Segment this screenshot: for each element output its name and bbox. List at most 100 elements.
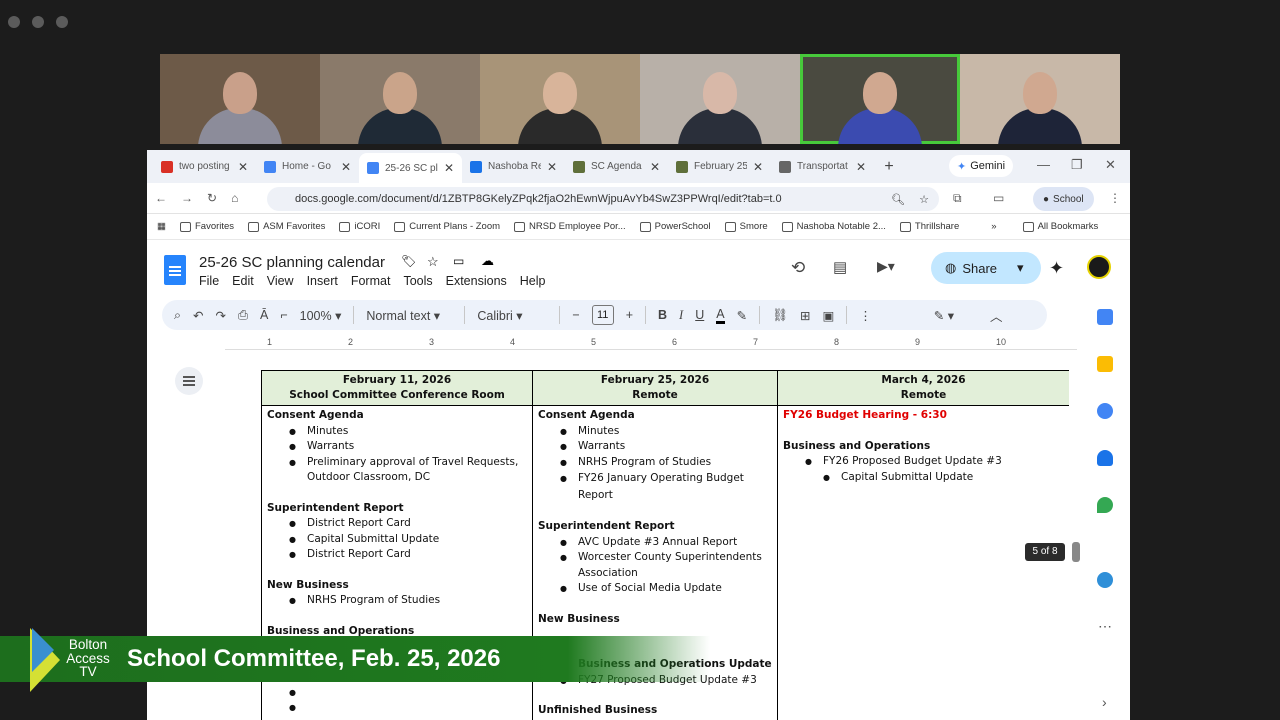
- cell-col-3[interactable]: FY26 Budget Hearing - 6:30 Business and …: [777, 405, 1069, 720]
- add-comment-icon[interactable]: ⊞: [800, 308, 810, 323]
- bookmark-item[interactable]: Thrillshare: [899, 221, 959, 232]
- italic-icon[interactable]: I: [679, 308, 683, 323]
- label-icon[interactable]: 🏷︎: [401, 254, 416, 268]
- bookmark-item[interactable]: ASM Favorites: [248, 221, 325, 232]
- participant-video-tile[interactable]: [640, 54, 800, 144]
- browser-tab[interactable]: two posting ✕: [153, 153, 256, 181]
- browser-tab[interactable]: Transportat ✕: [771, 153, 874, 181]
- contacts-icon[interactable]: [1097, 450, 1113, 466]
- home-icon[interactable]: ⌂: [231, 191, 238, 205]
- bookmark-item[interactable]: Current Plans - Zoom: [394, 221, 500, 232]
- account-avatar[interactable]: [1087, 255, 1111, 279]
- gemini-button[interactable]: ✦ Gemini: [949, 155, 1013, 177]
- zoom-icon[interactable]: 🔍︎: [891, 193, 905, 206]
- more-bookmarks-icon[interactable]: »: [991, 221, 996, 232]
- paint-format-icon[interactable]: ⌐: [280, 308, 287, 322]
- menu-file[interactable]: File: [199, 274, 219, 288]
- participant-video-tile[interactable]: [320, 54, 480, 144]
- all-bookmarks-button[interactable]: All Bookmarks: [1022, 221, 1098, 232]
- redo-icon[interactable]: ↷: [216, 308, 226, 323]
- menu-edit[interactable]: Edit: [232, 274, 254, 288]
- insert-image-icon[interactable]: ▣: [822, 308, 834, 323]
- share-button[interactable]: ◍ Share ▾: [931, 252, 1041, 284]
- spellcheck-icon[interactable]: Ā: [260, 308, 268, 322]
- new-tab-icon[interactable]: +: [874, 158, 904, 176]
- font-size-input[interactable]: 11: [591, 305, 614, 325]
- gemini-sparkle-icon[interactable]: ✦: [1049, 258, 1064, 279]
- highlight-icon[interactable]: ✎: [737, 308, 747, 323]
- calendar-icon[interactable]: [1097, 309, 1113, 325]
- underline-icon[interactable]: U: [695, 308, 704, 322]
- ruler[interactable]: 1 2 3 4 5 6 7 8 9 10: [225, 336, 1077, 350]
- menu-tools[interactable]: Tools: [403, 274, 432, 288]
- star-icon[interactable]: ☆: [427, 254, 439, 270]
- share-dropdown-icon[interactable]: ▾: [1017, 260, 1024, 276]
- text-color-icon[interactable]: A: [716, 307, 725, 324]
- more-apps-icon[interactable]: ⋯: [1098, 618, 1112, 635]
- back-icon[interactable]: ←: [155, 191, 167, 205]
- apps-grid-icon[interactable]: ▦: [157, 221, 166, 232]
- move-folder-icon[interactable]: ▭: [453, 254, 464, 268]
- meet-icon[interactable]: ▶▾: [877, 258, 895, 275]
- expand-panel-icon[interactable]: ›: [1102, 694, 1107, 710]
- scrollbar-thumb[interactable]: [1072, 542, 1080, 562]
- participant-video-tile[interactable]: [960, 54, 1120, 144]
- doc-title[interactable]: 25-26 SC planning calendar: [199, 254, 385, 271]
- close-tab-icon[interactable]: ✕: [547, 160, 557, 174]
- bookmark-item[interactable]: Nashoba Notable 2...: [781, 221, 886, 232]
- keep-icon[interactable]: [1097, 356, 1113, 372]
- close-tab-icon[interactable]: ✕: [341, 160, 351, 174]
- zoom-select[interactable]: 100% ▾: [300, 308, 342, 323]
- menu-insert[interactable]: Insert: [307, 274, 338, 288]
- close-tab-icon[interactable]: ✕: [856, 160, 866, 174]
- history-icon[interactable]: ⟲: [791, 258, 805, 278]
- close-window-icon[interactable]: ✕: [1105, 157, 1116, 173]
- close-tab-icon[interactable]: ✕: [650, 160, 660, 174]
- undo-icon[interactable]: ↶: [193, 308, 203, 323]
- menu-view[interactable]: View: [267, 274, 294, 288]
- bookmark-item[interactable]: Smore: [724, 221, 768, 232]
- reload-icon[interactable]: ↻: [207, 191, 217, 205]
- browser-tab[interactable]: February 25 ✕: [668, 153, 771, 181]
- bookmark-item[interactable]: NRSD Employee Por...: [514, 221, 626, 232]
- participant-video-tile[interactable]: [160, 54, 320, 144]
- forward-icon[interactable]: →: [181, 191, 193, 205]
- increase-size-icon[interactable]: +: [626, 308, 633, 322]
- browser-menu-icon[interactable]: ⋮: [1109, 191, 1121, 205]
- bookmark-item[interactable]: iCORI: [339, 221, 380, 232]
- print-icon[interactable]: ⎙: [238, 308, 248, 323]
- maps-icon[interactable]: [1097, 497, 1113, 513]
- close-tab-icon[interactable]: ✕: [753, 160, 763, 174]
- close-tab-icon[interactable]: ✕: [444, 161, 454, 175]
- bold-icon[interactable]: B: [658, 308, 667, 322]
- address-bar[interactable]: docs.google.com/document/d/1ZBTP8GKelyZP…: [267, 187, 939, 211]
- docs-logo-icon[interactable]: [164, 255, 186, 285]
- browser-tab[interactable]: 25-26 SC pl ✕: [359, 153, 462, 183]
- participant-video-tile[interactable]: [800, 54, 960, 144]
- collapse-toolbar-icon[interactable]: ︿: [990, 306, 1003, 325]
- addon-icon[interactable]: [1097, 572, 1113, 588]
- font-select[interactable]: Calibri ▾: [477, 308, 547, 323]
- menu-help[interactable]: Help: [520, 274, 546, 288]
- tasks-icon[interactable]: [1097, 403, 1113, 419]
- browser-tab[interactable]: SC Agenda ✕: [565, 153, 668, 181]
- decrease-size-icon[interactable]: −: [572, 308, 579, 322]
- search-menus-icon[interactable]: ⌕: [174, 308, 181, 323]
- more-options-icon[interactable]: ⋮: [859, 308, 872, 323]
- bookmark-star-icon[interactable]: ☆: [919, 193, 929, 206]
- link-icon[interactable]: ⛓: [772, 308, 788, 323]
- comments-icon[interactable]: ▤: [833, 258, 847, 276]
- close-tab-icon[interactable]: ✕: [238, 160, 248, 174]
- bookmark-item[interactable]: PowerSchool: [639, 221, 711, 232]
- participant-video-tile[interactable]: [480, 54, 640, 144]
- outline-icon[interactable]: [175, 367, 203, 395]
- sidepanel-icon[interactable]: ▭: [993, 191, 1004, 205]
- bookmark-item[interactable]: Favorites: [179, 221, 234, 232]
- browser-tab[interactable]: Home - Go ✕: [256, 153, 359, 181]
- menu-extensions[interactable]: Extensions: [446, 274, 507, 288]
- profile-button[interactable]: ● School: [1033, 187, 1094, 211]
- browser-tab[interactable]: Nashoba Re ✕: [462, 153, 565, 181]
- editing-mode-icon[interactable]: ✎ ▾: [934, 308, 954, 323]
- extensions-icon[interactable]: ⧉: [953, 191, 962, 206]
- menu-format[interactable]: Format: [351, 274, 391, 288]
